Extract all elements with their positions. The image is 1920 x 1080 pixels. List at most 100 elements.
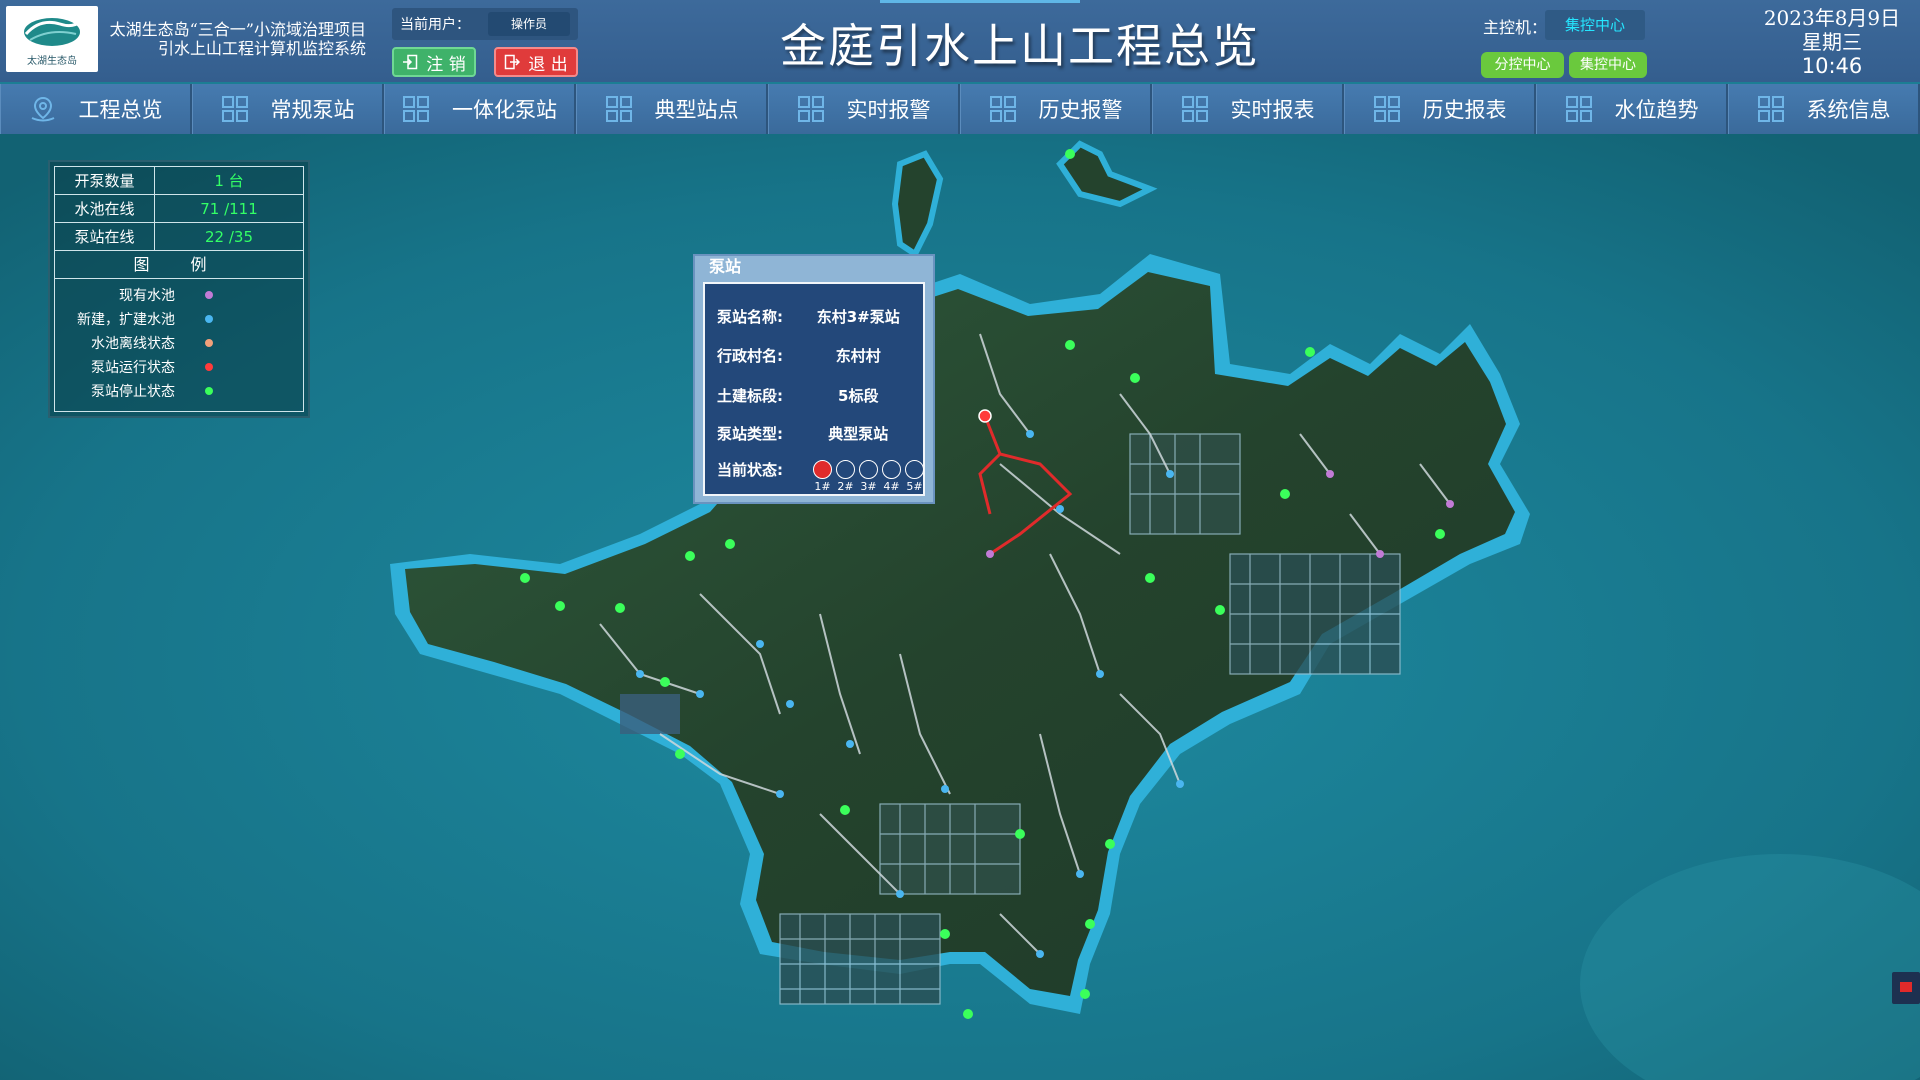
- pump-stopped-icon: [882, 460, 901, 479]
- popup-body: 泵站名称: 东村3#泵站 行政村名: 东村村 土建标段: 5标段 泵站类型: 典…: [703, 282, 925, 496]
- pump-status-item[interactable]: 2#: [836, 460, 855, 493]
- pump-status-item[interactable]: 1#: [813, 460, 832, 493]
- main-center-button[interactable]: 集控中心: [1569, 52, 1647, 78]
- nav-label: 常规泵站: [270, 98, 355, 122]
- popup-status-label: 当前状态:: [717, 461, 783, 479]
- legend-item: 水池离线状态: [55, 331, 303, 355]
- exit-icon: [505, 54, 521, 70]
- stat-value: 1 台: [214, 172, 244, 190]
- legend-dot-icon: [205, 315, 213, 323]
- legend-list: 现有水池 新建，扩建水池 水池离线状态 泵站运行状态 泵站停止状态: [55, 279, 303, 403]
- pump-status-item[interactable]: 5#: [905, 460, 924, 493]
- nav-label: 实时报表: [1230, 98, 1315, 122]
- legend-label: 泵站停止状态: [91, 384, 175, 400]
- grid-icon: [1373, 96, 1400, 122]
- pump-stopped-icon: [836, 460, 855, 479]
- running-pump-station[interactable]: [978, 409, 992, 423]
- side-panel-toggle[interactable]: [1892, 972, 1920, 1004]
- project-title: 太湖生态岛“三合一”小流域治理项目 引水上山工程计算机监控系统: [104, 20, 366, 58]
- nav-item-regular-pump[interactable]: 常规泵站: [192, 84, 384, 134]
- pump-status-item[interactable]: 3#: [859, 460, 878, 493]
- time-text: 10:46: [1801, 54, 1863, 78]
- nav-item-typical-site[interactable]: 典型站点: [576, 84, 768, 134]
- nav-item-history-alarm[interactable]: 历史报警: [960, 84, 1152, 134]
- pump-label: 1#: [814, 480, 831, 493]
- farmland-west: [620, 694, 680, 734]
- nav-label: 实时报警: [846, 98, 931, 122]
- stat-row: 开泵数量 1 台: [55, 167, 303, 195]
- pump-status-item[interactable]: 4#: [882, 460, 901, 493]
- stat-key: 泵站在线: [55, 223, 155, 250]
- grid-icon: [1565, 96, 1592, 122]
- sub-center-button[interactable]: 分控中心: [1481, 52, 1564, 78]
- nav-label: 历史报表: [1422, 98, 1507, 122]
- nav-label: 典型站点: [654, 98, 739, 122]
- stat-row: 泵站在线 22 /35: [55, 223, 303, 251]
- pump-status-list: 1# 2# 3# 4# 5#: [813, 460, 924, 493]
- nav-item-water-level-trend[interactable]: 水位趋势: [1536, 84, 1728, 134]
- stat-key: 开泵数量: [55, 167, 155, 194]
- legend-title: 图 例: [55, 251, 303, 279]
- pump-stopped-icon: [859, 460, 878, 479]
- map-pin-icon: [31, 96, 54, 122]
- popup-value: 典型泵站: [828, 425, 889, 443]
- logo-icon: [24, 17, 81, 46]
- nav-item-history-report[interactable]: 历史报表: [1344, 84, 1536, 134]
- popup-key: 土建标段:: [717, 387, 783, 405]
- nav-label: 系统信息: [1806, 98, 1891, 122]
- grid-icon: [403, 96, 429, 122]
- nav-item-system-info[interactable]: 系统信息: [1728, 84, 1920, 134]
- stat-row: 水池在线 71 /111: [55, 195, 303, 223]
- legend-dot-icon: [205, 339, 213, 347]
- project-title-line1: 太湖生态岛“三合一”小流域治理项目: [109, 20, 366, 39]
- current-user-value: 操作员: [488, 12, 570, 36]
- popup-row: 土建标段: 5标段: [717, 385, 908, 406]
- legend-label: 水池离线状态: [91, 336, 175, 352]
- stats-table: 开泵数量 1 台 水池在线 71 /111 泵站在线 22 /35 图 例 现有…: [54, 166, 304, 412]
- pump-running-icon: [813, 460, 832, 479]
- legend-dot-icon: [205, 387, 213, 395]
- legend-item: 泵站停止状态: [55, 379, 303, 403]
- popup-row: 行政村名: 东村村: [717, 345, 908, 366]
- host-value: 集控中心: [1545, 10, 1645, 40]
- popup-key: 行政村名:: [717, 347, 783, 365]
- legend-dot-icon: [205, 291, 213, 299]
- popup-value: 东村3#泵站: [816, 308, 900, 326]
- pump-label: 2#: [837, 480, 854, 493]
- nav-item-realtime-report[interactable]: 实时报表: [1152, 84, 1344, 134]
- logo-text: 太湖生态岛: [27, 55, 77, 67]
- title-accent-line: [880, 0, 1080, 3]
- popup-row: 泵站名称: 东村3#泵站: [717, 306, 908, 327]
- grid-icon: [221, 96, 248, 122]
- folder-icon: [1900, 982, 1912, 992]
- header-bar: 太湖生态岛 太湖生态岛“三合一”小流域治理项目 引水上山工程计算机监控系统 当前…: [0, 0, 1920, 82]
- grid-icon: [1757, 96, 1784, 122]
- popup-key: 泵站类型:: [717, 425, 783, 443]
- logout-label: 注 销: [426, 54, 466, 75]
- popup-value: 5标段: [838, 387, 879, 405]
- legend-dot-icon: [205, 363, 213, 371]
- logout-button[interactable]: 注 销: [392, 47, 476, 77]
- grid-icon: [797, 96, 824, 122]
- legend-label: 现有水池: [119, 288, 175, 304]
- pump-station-popup[interactable]: 泵站 泵站名称: 东村3#泵站 行政村名: 东村村 土建标段: 5标段 泵站类型…: [693, 254, 935, 504]
- popup-title: 泵站: [709, 257, 742, 276]
- pump-label: 3#: [860, 480, 877, 493]
- host-label: 主控机：: [1483, 18, 1548, 37]
- exit-button[interactable]: 退 出: [494, 47, 578, 77]
- stat-value: 71 /111: [200, 200, 258, 218]
- grid-icon: [1181, 96, 1208, 122]
- exit-label: 退 出: [528, 54, 568, 75]
- nav-item-realtime-alarm[interactable]: 实时报警: [768, 84, 960, 134]
- pump-label: 5#: [906, 480, 923, 493]
- page-title: 金庭引水上山工程总览: [780, 19, 1260, 73]
- current-user-label: 当前用户：: [400, 17, 470, 33]
- legend-item: 新建，扩建水池: [55, 307, 303, 331]
- stat-value: 22 /35: [205, 228, 253, 246]
- nav-item-overview[interactable]: 工程总览: [0, 84, 192, 134]
- legend-label: 泵站运行状态: [91, 360, 175, 376]
- nav-item-integrated-pump[interactable]: 一体化泵站: [384, 84, 576, 134]
- grid-icon: [989, 96, 1016, 122]
- nav-label: 一体化泵站: [452, 98, 557, 122]
- grid-icon: [605, 96, 632, 122]
